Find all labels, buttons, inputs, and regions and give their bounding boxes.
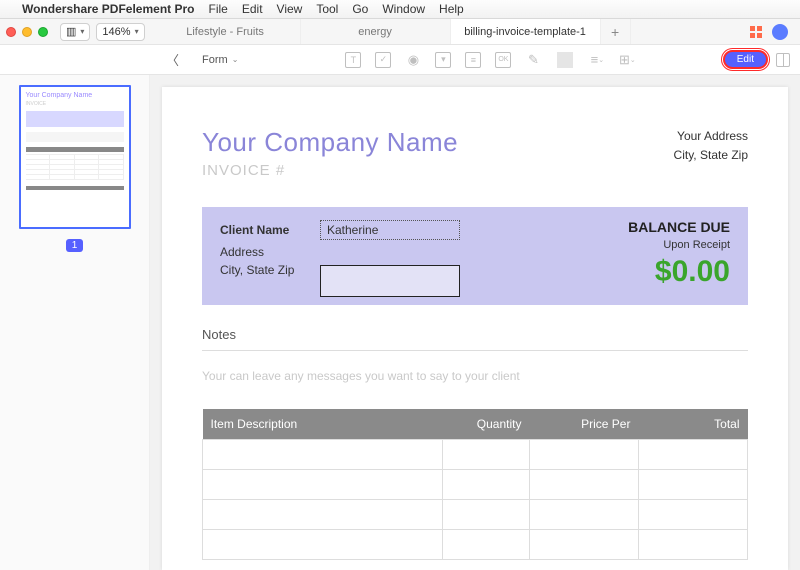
address-label: Address	[220, 245, 320, 259]
form-mode-dropdown[interactable]: Form ⌄	[195, 51, 245, 69]
chevron-down-icon: ▾	[135, 27, 139, 36]
secondary-toolbar: 〈 Form ⌄ T ✓ ◉ ▾ ≡ OK ✎ ≡⌄ ⊞⌄ Edit	[0, 45, 800, 75]
address-line-2: City, State Zip	[674, 146, 748, 165]
signature-field-icon[interactable]: ✎	[525, 52, 541, 68]
table-row[interactable]	[203, 530, 748, 560]
checkbox-icon[interactable]: ✓	[375, 52, 391, 68]
edit-button[interactable]: Edit	[723, 50, 768, 69]
tab-label: billing-invoice-template-1	[464, 26, 586, 38]
minimize-window-button[interactable]	[22, 27, 32, 37]
table-row[interactable]	[203, 470, 748, 500]
more-tools-dropdown[interactable]: ⊞⌄	[619, 52, 635, 68]
menu-view[interactable]: View	[277, 2, 303, 16]
notes-underline	[202, 350, 748, 351]
menu-window[interactable]: Window	[382, 2, 425, 16]
divider	[557, 52, 573, 68]
close-window-button[interactable]	[6, 27, 16, 37]
menu-tool[interactable]: Tool	[316, 2, 338, 16]
upon-receipt: Upon Receipt	[628, 239, 730, 251]
col-total: Total	[638, 409, 747, 440]
document-canvas[interactable]: Your Company Name INVOICE # Your Address…	[150, 75, 800, 570]
radio-button-icon[interactable]: ◉	[405, 52, 421, 68]
notes-placeholder: Your can leave any messages you want to …	[202, 369, 748, 383]
line-items-table: Item Description Quantity Price Per Tota…	[202, 409, 748, 560]
invoice-label: INVOICE #	[202, 162, 458, 179]
list-box-icon[interactable]: ≡	[465, 52, 481, 68]
form-tools: T ✓ ◉ ▾ ≡ OK ✎ ≡⌄ ⊞⌄	[345, 52, 635, 68]
chevron-down-icon: ⌄	[232, 55, 239, 64]
tab-lifestyle-fruits[interactable]: Lifestyle - Fruits	[151, 19, 301, 44]
toggle-side-panel-icon[interactable]	[776, 53, 790, 67]
chevron-down-icon: ▾	[80, 27, 84, 36]
zoom-value: 146%	[102, 26, 130, 38]
table-row[interactable]	[203, 500, 748, 530]
menu-help[interactable]: Help	[439, 2, 464, 16]
main-area: Your Company Name INVOICE 1 Your Company…	[0, 75, 800, 570]
edit-label: Edit	[737, 54, 754, 65]
combo-box-icon[interactable]: ▾	[435, 52, 451, 68]
app-name[interactable]: Wondershare PDFelement Pro	[22, 2, 195, 16]
button-field-icon[interactable]: OK	[495, 52, 511, 68]
notes-label: Notes	[202, 327, 748, 342]
balance-due-label: BALANCE DUE	[628, 219, 730, 235]
app-grid-icon[interactable]	[750, 26, 762, 38]
sidebar-layout-icon: ▥	[66, 25, 76, 38]
invoice-page: Your Company Name INVOICE # Your Address…	[162, 87, 788, 570]
tab-label: energy	[358, 26, 392, 38]
add-tab-button[interactable]: +	[601, 19, 631, 44]
tab-label: Lifestyle - Fruits	[186, 26, 264, 38]
thumbnail-sidebar: Your Company Name INVOICE 1	[0, 75, 150, 570]
company-address: Your Address City, State Zip	[674, 127, 748, 165]
balance-block: Client Name Katherine Address City, Stat…	[202, 207, 748, 305]
page-number-badge: 1	[66, 239, 84, 252]
company-name: Your Company Name	[202, 127, 458, 158]
col-price-per: Price Per	[529, 409, 638, 440]
address-line-1: Your Address	[674, 127, 748, 146]
col-quantity: Quantity	[442, 409, 529, 440]
view-mode-dropdown[interactable]: ▥▾	[60, 23, 90, 41]
text-field-icon[interactable]: T	[345, 52, 361, 68]
menu-go[interactable]: Go	[352, 2, 368, 16]
back-button[interactable]: 〈	[160, 50, 185, 69]
client-name-field[interactable]: Katherine	[320, 220, 460, 240]
tab-billing-invoice[interactable]: billing-invoice-template-1	[451, 19, 601, 44]
fullscreen-window-button[interactable]	[38, 27, 48, 37]
city-state-zip-label: City, State Zip	[220, 263, 320, 277]
window-controls	[6, 27, 48, 37]
window-toolbar: ▥▾ 146%▾ Lifestyle - Fruits energy billi…	[0, 19, 800, 45]
zoom-dropdown[interactable]: 146% ▾	[96, 23, 144, 41]
mac-menubar: Wondershare PDFelement Pro File Edit Vie…	[0, 0, 800, 19]
table-row[interactable]	[203, 440, 748, 470]
page-thumbnail-1[interactable]: Your Company Name INVOICE	[19, 85, 131, 229]
menu-edit[interactable]: Edit	[242, 2, 263, 16]
menu-file[interactable]: File	[209, 2, 228, 16]
client-name-value: Katherine	[327, 223, 378, 237]
client-name-label: Client Name	[220, 223, 320, 237]
align-dropdown[interactable]: ≡⌄	[589, 52, 605, 68]
col-item-description: Item Description	[203, 409, 443, 440]
address-edit-field[interactable]	[320, 265, 460, 297]
document-tabs: Lifestyle - Fruits energy billing-invoic…	[151, 19, 738, 44]
user-avatar[interactable]	[772, 24, 788, 40]
tab-energy[interactable]: energy	[301, 19, 451, 44]
balance-amount: $0.00	[628, 255, 730, 289]
form-label: Form	[202, 54, 228, 66]
